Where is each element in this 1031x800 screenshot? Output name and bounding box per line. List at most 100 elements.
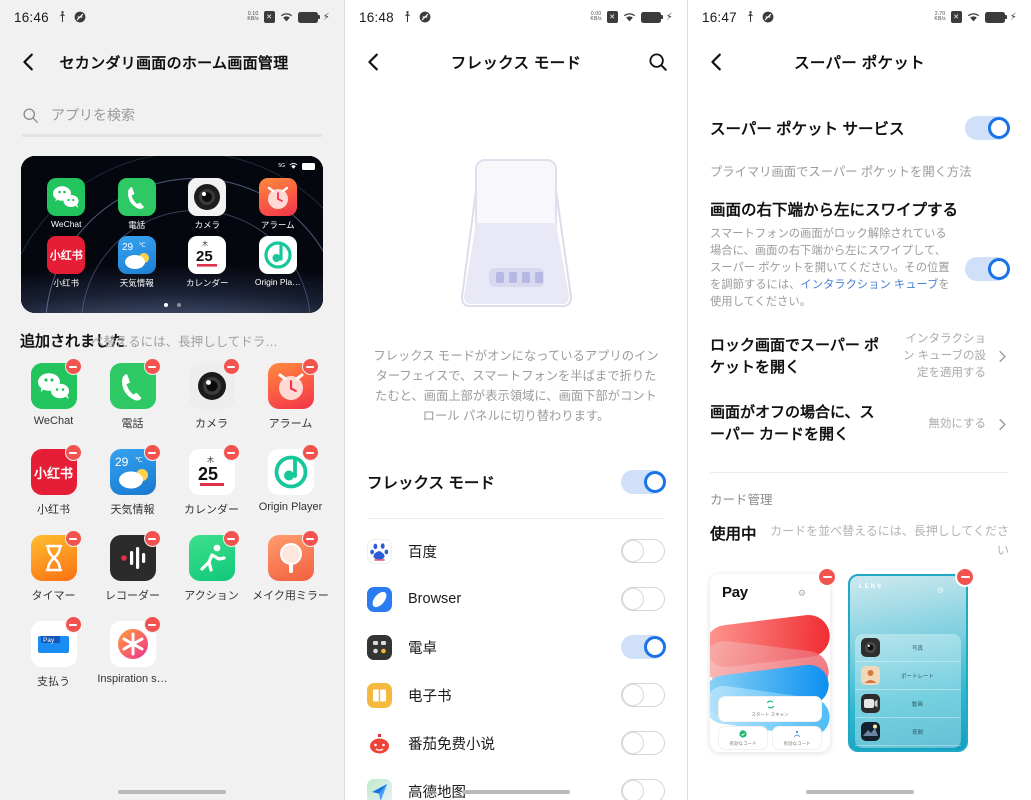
- app-toggle[interactable]: [621, 779, 665, 800]
- preview-app[interactable]: 29 ℃ 天気情報: [102, 236, 173, 289]
- back-chevron-icon[interactable]: [706, 51, 728, 73]
- lens-option[interactable]: 動画: [855, 690, 961, 718]
- toggle-knob: [622, 732, 644, 754]
- nav-item-lockscreen-open[interactable]: ロック画面でスーパー ポケットを開く インタラクション キューブの設定を適用する: [710, 331, 1009, 382]
- secondary-screen-preview[interactable]: 5G WeChat 電話 カメラ アラーム 小红书 小红书 29 ℃ 天気情報 …: [21, 156, 323, 313]
- list-item[interactable]: 小红书 小红书: [14, 444, 93, 517]
- remove-badge[interactable]: [64, 616, 82, 633]
- valid-code-button-2[interactable]: 有効なコード: [772, 726, 822, 750]
- remove-badge[interactable]: [143, 358, 161, 375]
- valid-code-button-1[interactable]: 有効なコード: [718, 726, 768, 750]
- remove-badge[interactable]: [301, 444, 319, 461]
- preview-app[interactable]: Origin Pla…: [243, 236, 314, 289]
- alarm-icon: [258, 178, 297, 216]
- interaction-cube-link[interactable]: インタラクション キューブ: [800, 279, 938, 291]
- remove-badge[interactable]: [64, 530, 82, 547]
- remove-badge[interactable]: [64, 444, 82, 461]
- app-icon-wrap: [30, 530, 82, 581]
- flex-mode-description: フレックス モードがオンになっているアプリのインターフェイスで、スマートフォンを…: [373, 349, 659, 423]
- list-item[interactable]: 29 ℃ 天気情報: [93, 444, 172, 517]
- pay-card[interactable]: Pay ⚙ スタート スキャン 有効なコード 有効なコード: [710, 574, 830, 752]
- nav-item-value: 無効にする: [928, 417, 986, 430]
- lens-option[interactable]: メイク用ミラー: [855, 746, 961, 750]
- preview-app[interactable]: 小红书 小红书: [31, 236, 102, 289]
- home-indicator[interactable]: [462, 790, 570, 794]
- search-icon[interactable]: [647, 51, 669, 73]
- app-toggle[interactable]: [621, 587, 665, 611]
- home-indicator[interactable]: [805, 790, 914, 794]
- remove-badge[interactable]: [64, 358, 82, 375]
- card-management-label: カード管理: [710, 493, 773, 507]
- list-item[interactable]: Pay 支払う: [14, 616, 93, 689]
- remove-badge[interactable]: [222, 358, 240, 375]
- preview-app[interactable]: カメラ: [172, 178, 243, 231]
- list-item[interactable]: 木 25 カレンダー: [172, 444, 251, 517]
- flex-mode-toggle-row[interactable]: フレックス モード: [367, 460, 666, 504]
- gear-icon[interactable]: ⚙: [798, 588, 806, 599]
- xiaohongshu-icon: 小红书: [47, 236, 86, 274]
- list-item-label: 小红书: [37, 504, 70, 516]
- svg-text:℃: ℃: [139, 243, 146, 249]
- remove-badge[interactable]: [143, 444, 161, 461]
- list-item[interactable]: LENS ⚙ 写真 ポートレート 動画 夜間: [848, 567, 975, 752]
- preview-app[interactable]: アラーム: [243, 178, 314, 231]
- app-icon-wrap: [109, 530, 161, 581]
- usb-icon: [59, 11, 65, 22]
- lens-option[interactable]: 夜間: [855, 718, 961, 746]
- remove-badge[interactable]: [955, 567, 975, 587]
- lens-card[interactable]: LENS ⚙ 写真 ポートレート 動画 夜間: [848, 574, 968, 752]
- nav-item-value: インタラクション キューブの設定を適用する: [902, 333, 986, 379]
- preview-app-grid: WeChat 電話 カメラ アラーム 小红书 小红书 29 ℃ 天気情報 木 2…: [21, 178, 323, 289]
- super-pocket-service-row[interactable]: スーパー ポケット サービス: [688, 102, 1031, 154]
- list-item[interactable]: アクション: [172, 530, 251, 603]
- list-item[interactable]: メイク用ミラー: [251, 530, 330, 603]
- flex-mode-toggle[interactable]: [621, 470, 666, 494]
- app-toggle[interactable]: [621, 635, 666, 659]
- list-item[interactable]: WeChat: [14, 358, 93, 431]
- list-item[interactable]: 電話: [93, 358, 172, 431]
- list-item[interactable]: アラーム: [251, 358, 330, 431]
- list-item[interactable]: タイマー: [14, 530, 93, 603]
- search-input[interactable]: アプリを検索: [22, 100, 322, 130]
- toggle-knob: [644, 471, 666, 493]
- phone-icon: [117, 178, 156, 216]
- remove-badge[interactable]: [817, 567, 837, 587]
- app-toggle[interactable]: [621, 731, 665, 755]
- app-toggle[interactable]: [621, 539, 665, 563]
- back-chevron-icon[interactable]: [363, 51, 385, 73]
- preview-app[interactable]: WeChat: [31, 178, 102, 231]
- app-toggle[interactable]: [621, 683, 665, 707]
- preview-app[interactable]: 木 25 カレンダー: [172, 236, 243, 289]
- list-item[interactable]: Inspiration s…: [93, 616, 172, 689]
- remove-badge[interactable]: [301, 358, 319, 375]
- list-item[interactable]: 番茄免费小说: [345, 719, 687, 767]
- list-item[interactable]: 百度: [345, 527, 687, 575]
- remove-badge[interactable]: [301, 530, 319, 547]
- app-icon-wrap: [30, 358, 82, 409]
- home-indicator[interactable]: [118, 790, 226, 794]
- list-item-label: 電卓: [408, 640, 437, 657]
- lens-option[interactable]: 写真: [855, 634, 961, 662]
- swipe-setting-row[interactable]: スマートフォンの画面がロック解除されている場合に、画面の右下端から左にスワイプし…: [710, 226, 1010, 311]
- scan-button[interactable]: スタート スキャン: [718, 696, 822, 722]
- nav-item-screenoff-open[interactable]: 画面がオフの場合に、スーパー カードを開く 無効にする: [710, 402, 1009, 446]
- gear-icon[interactable]: ⚙: [937, 586, 944, 595]
- list-item[interactable]: Browser: [345, 575, 687, 623]
- back-chevron-icon[interactable]: [18, 51, 40, 73]
- list-item[interactable]: Pay ⚙ スタート スキャン 有効なコード 有効なコード: [710, 567, 837, 752]
- list-item[interactable]: レコーダー: [93, 530, 172, 603]
- list-item[interactable]: Origin Player: [251, 444, 330, 517]
- remove-badge[interactable]: [222, 444, 240, 461]
- list-item[interactable]: 高德地图: [345, 767, 687, 800]
- remove-badge[interactable]: [143, 530, 161, 547]
- list-item[interactable]: カメラ: [172, 358, 251, 431]
- list-item-label: レコーダー: [105, 590, 160, 602]
- list-item[interactable]: 電卓: [345, 623, 687, 671]
- list-item[interactable]: 电子书: [345, 671, 687, 719]
- preview-app[interactable]: 電話: [102, 178, 173, 231]
- remove-badge[interactable]: [222, 530, 240, 547]
- lens-option[interactable]: ポートレート: [855, 662, 961, 690]
- swipe-setting-toggle[interactable]: [965, 256, 1010, 281]
- remove-badge[interactable]: [143, 616, 161, 633]
- super-pocket-service-toggle[interactable]: [965, 116, 1010, 140]
